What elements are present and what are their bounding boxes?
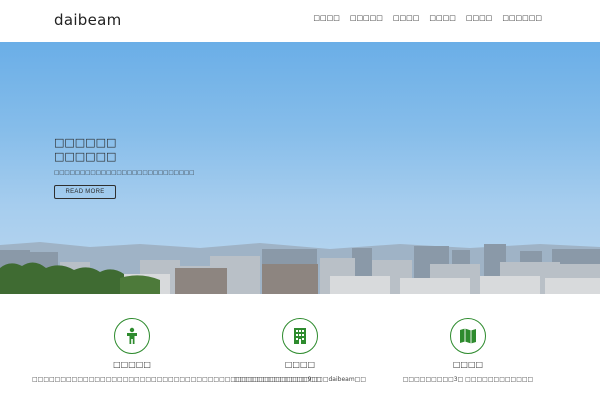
hero-description: □□□□□□□□□□□□□□□□□□□□□□□□□□□ bbox=[54, 170, 195, 176]
read-more-button[interactable]: READ MORE bbox=[54, 185, 116, 199]
hero-title-line-2: □□□□□□ bbox=[54, 150, 117, 163]
hero-banner: □□□□□□ □□□□□□ □□□□□□□□□□□□□□□□□□□□□□□□□□… bbox=[0, 42, 600, 294]
nav-item-3[interactable]: □□□□ bbox=[393, 13, 419, 23]
nav-item-1[interactable]: □□□□ bbox=[313, 13, 339, 23]
nav-item-6[interactable]: □□□□□□ bbox=[502, 13, 542, 23]
city-skyline-image bbox=[0, 242, 600, 294]
nav-item-2[interactable]: □□□□□ bbox=[350, 13, 383, 23]
feature-title-3: □□□□ bbox=[452, 360, 484, 369]
map-icon bbox=[450, 318, 486, 354]
main-nav: □□□□ □□□□□ □□□□ □□□□ □□□□ □□□□□□ bbox=[313, 13, 542, 23]
person-icon bbox=[114, 318, 150, 354]
feature-text-3: □□□□□□□□□3□ □□□□□□□□□□□□ bbox=[402, 376, 534, 383]
site-logo[interactable]: daibeam bbox=[54, 11, 122, 29]
site-header: daibeam □□□□ □□□□□ □□□□ □□□□ □□□□ □□□□□□ bbox=[0, 0, 600, 42]
nav-item-5[interactable]: □□□□ bbox=[466, 13, 492, 23]
features-section: □□□□□ □□□□□□□□□□□□□□□□□□□□□□□□□□□□□□□□□□… bbox=[0, 294, 600, 400]
hero-title-line-1: □□□□□□ bbox=[54, 136, 117, 149]
nav-item-4[interactable]: □□□□ bbox=[429, 13, 455, 23]
building-icon bbox=[282, 318, 318, 354]
feature-card-3: □□□□ □□□□□□□□□3□ □□□□□□□□□□□□ bbox=[368, 318, 568, 383]
hero-title: □□□□□□ □□□□□□ bbox=[54, 136, 116, 164]
